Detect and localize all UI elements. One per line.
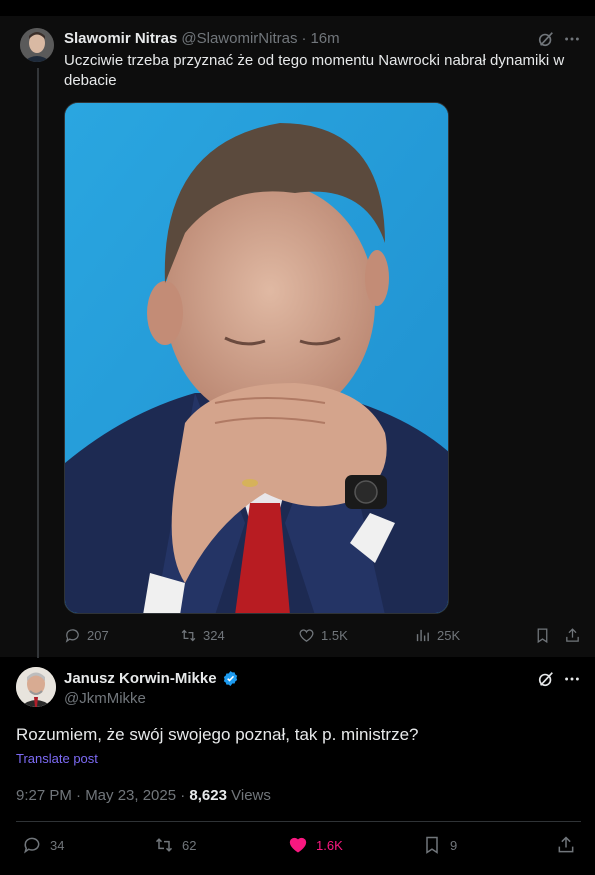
tweet-photo[interactable] — [64, 102, 449, 614]
reply-action-bar: 34 62 1.6K 9 — [16, 835, 581, 857]
author-name[interactable]: Janusz Korwin-Mikke — [64, 670, 217, 687]
repost-icon — [181, 629, 196, 642]
tweet-metadata: 9:27 PM · May 23, 2025 · 8,623 Views — [16, 787, 271, 804]
reply-button[interactable]: 34 — [22, 835, 64, 855]
share-icon — [566, 628, 579, 642]
translate-post-link[interactable]: Translate post — [16, 751, 98, 766]
verified-badge-icon — [223, 671, 237, 686]
share-icon — [558, 836, 574, 853]
like-button[interactable]: 1.6K — [288, 835, 343, 855]
views-label: Views — [226, 787, 271, 804]
more-icon[interactable] — [563, 30, 581, 48]
repost-icon — [155, 838, 173, 852]
parent-tweet[interactable]: Slawomir Nitras @SlawomirNitras · 16m Uc… — [0, 16, 595, 658]
share-button[interactable] — [556, 835, 576, 855]
repost-button[interactable]: 62 — [154, 835, 196, 855]
author-name[interactable]: Slawomir Nitras — [64, 30, 177, 47]
views-button[interactable]: 25K — [414, 627, 460, 644]
repost-button[interactable]: 324 — [180, 627, 225, 644]
like-count: 1.5K — [321, 628, 348, 643]
repost-count: 324 — [203, 628, 225, 643]
share-button[interactable] — [564, 627, 581, 644]
author-handle[interactable]: @SlawomirNitras — [181, 30, 297, 47]
post-time[interactable]: 9:27 PM · May 23, 2025 · — [16, 787, 189, 804]
views-count: 8,623 — [189, 787, 227, 804]
reply-icon — [65, 629, 79, 643]
bookmark-icon — [537, 628, 548, 644]
views-icon — [416, 629, 429, 642]
bookmark-count: 9 — [450, 837, 458, 853]
parent-action-bar: 207 324 1.5K 25K — [64, 627, 584, 647]
timestamp[interactable]: 16m — [310, 30, 339, 47]
reply-count: 34 — [50, 837, 65, 853]
bookmark-button[interactable] — [534, 627, 551, 644]
author-handle[interactable]: @JkmMikke — [64, 690, 146, 707]
reply-icon — [24, 837, 40, 854]
separator: · — [301, 30, 307, 47]
grok-icon[interactable] — [537, 670, 555, 688]
avatar[interactable] — [16, 667, 56, 707]
tweet-text: Rozumiem, że swój swojego poznał, tak p.… — [16, 725, 419, 744]
avatar[interactable] — [20, 28, 54, 62]
bookmark-button[interactable]: 9 — [422, 835, 457, 855]
bookmark-icon — [426, 836, 438, 854]
like-icon — [289, 837, 307, 853]
like-icon — [299, 629, 314, 642]
reply-count: 207 — [87, 628, 109, 643]
photo-man-in-suit — [65, 103, 448, 613]
more-icon[interactable] — [563, 670, 581, 688]
repost-count: 62 — [182, 837, 197, 853]
top-bar — [0, 0, 595, 16]
views-count: 25K — [437, 628, 461, 643]
tweet-text: Uczciwie trzeba przyznać że od tego mome… — [64, 52, 565, 89]
thread-line — [37, 68, 39, 658]
grok-icon[interactable] — [537, 30, 555, 48]
like-button[interactable]: 1.5K — [298, 627, 348, 644]
reply-button[interactable]: 207 — [64, 627, 109, 644]
like-count: 1.6K — [316, 837, 343, 853]
divider — [16, 821, 581, 822]
